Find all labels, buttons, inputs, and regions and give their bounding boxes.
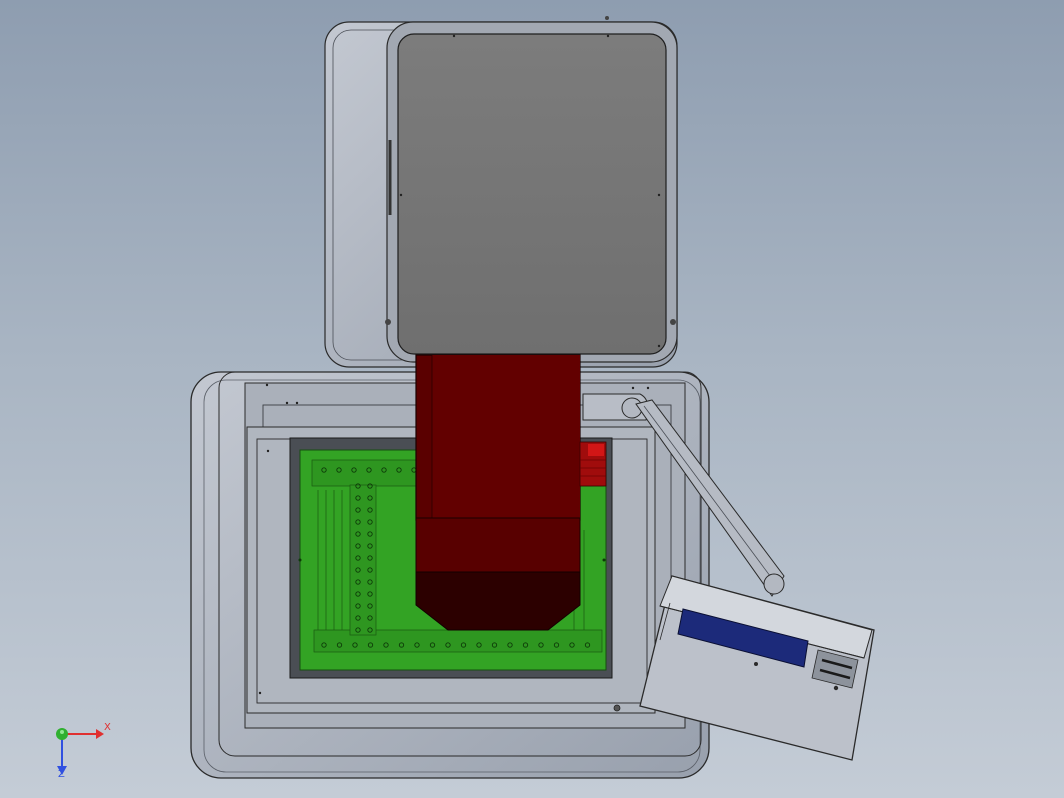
knob[interactable] [833, 685, 839, 691]
axis-triad [56, 728, 104, 775]
x-axis-label: X [104, 722, 111, 733]
front-lid [385, 16, 678, 363]
print-head [415, 354, 607, 631]
cad-viewport[interactable]: X Z [0, 0, 1064, 798]
cad-model[interactable] [0, 0, 1064, 798]
z-axis-label: Z [58, 769, 65, 780]
